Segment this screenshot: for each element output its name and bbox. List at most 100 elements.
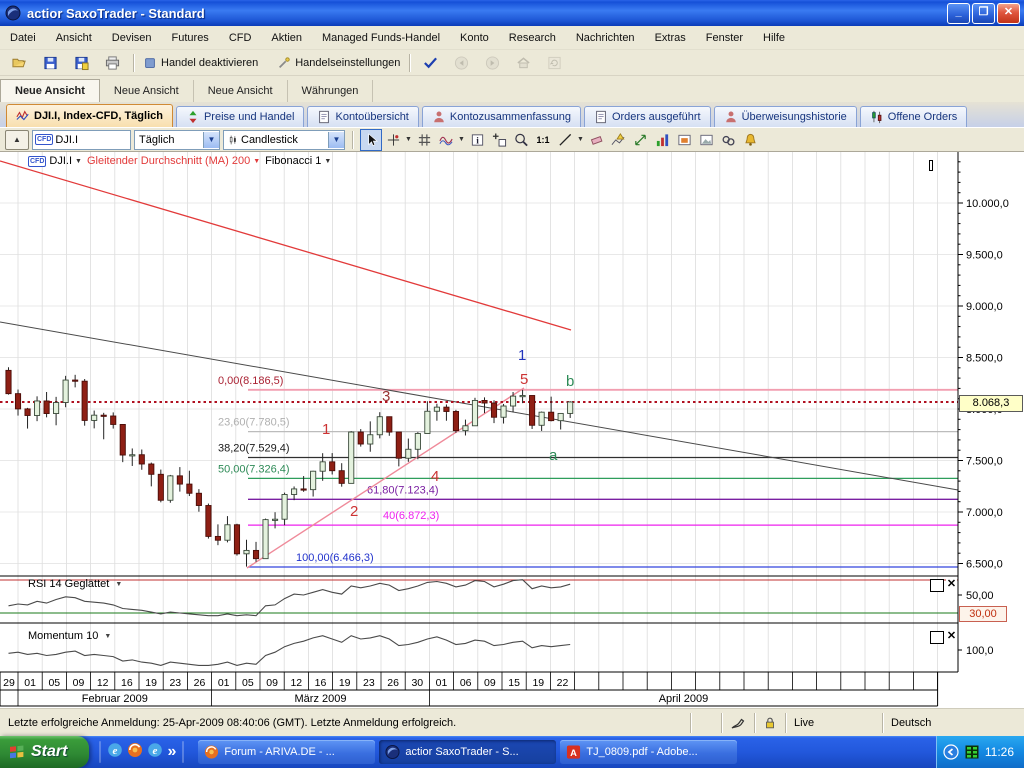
link-charts-button[interactable]	[717, 129, 739, 151]
menu-item-research[interactable]: Research	[499, 29, 566, 47]
legend-instrument[interactable]: CFD DJI.I ▼	[28, 155, 82, 167]
status-spacer	[690, 712, 721, 733]
open-folder-button[interactable]	[4, 51, 35, 75]
maximize-button[interactable]: ❐	[972, 2, 995, 24]
alarm-bell-button[interactable]	[739, 129, 761, 151]
momentum-panel-label[interactable]: Momentum 10 ▼	[28, 630, 111, 642]
svg-text:12: 12	[290, 677, 302, 689]
quick-launch-ie[interactable]: e	[147, 742, 163, 763]
close-button[interactable]: ✕	[997, 2, 1020, 24]
indicators-button[interactable]	[435, 129, 457, 151]
workspace-tab-5[interactable]: Überweisungshistorie	[713, 106, 857, 127]
chevron-down-icon[interactable]: ▼	[457, 130, 466, 150]
workspace-tab-2[interactable]: Kontoübersicht	[307, 106, 419, 127]
menu-item-aktien[interactable]: Aktien	[261, 29, 312, 47]
svg-text:April 2009: April 2009	[659, 693, 709, 705]
start-button[interactable]: Start	[0, 736, 90, 768]
menu-item-fenster[interactable]: Fenster	[696, 29, 753, 47]
momentum-close-button[interactable]: ✕	[946, 631, 957, 642]
period-value: Täglich	[139, 133, 175, 146]
menu-item-hilfe[interactable]: Hilfe	[753, 29, 795, 47]
resize-button[interactable]	[629, 129, 651, 151]
svg-text:16: 16	[121, 677, 133, 689]
link-charts-icon	[721, 132, 736, 147]
add-window-icon	[492, 132, 507, 147]
view-tab-2[interactable]: Neue Ansicht	[194, 80, 288, 102]
lock-icon	[763, 716, 777, 730]
minimize-button[interactable]: _	[947, 2, 970, 24]
check-button[interactable]	[415, 51, 446, 75]
legend-fibonacci[interactable]: Fibonacci 1 ▼	[265, 155, 331, 167]
zoom-button[interactable]	[510, 129, 532, 151]
chart-style-select[interactable]: Candlestick ▼	[223, 129, 345, 150]
percent-bars-button[interactable]	[651, 129, 673, 151]
document-icon	[317, 110, 331, 124]
quick-launch-ie[interactable]: e	[107, 742, 123, 763]
menu-item-cfd[interactable]: CFD	[219, 29, 262, 47]
windows-logo-icon	[8, 744, 26, 760]
menu-item-nachrichten[interactable]: Nachrichten	[566, 29, 645, 47]
view-tab-0[interactable]: Neue Ansicht	[0, 79, 100, 102]
task-button-2[interactable]: A TJ_0809.pdf - Adobe...	[560, 740, 738, 764]
period-select[interactable]: Täglich ▼	[134, 129, 220, 150]
rsi-panel-label[interactable]: RSI 14 Geglättet ▼	[28, 578, 122, 590]
svg-text:23,60(7.780,5): 23,60(7.780,5)	[218, 417, 290, 429]
indicators-icon	[438, 132, 454, 147]
rsi-close-button[interactable]: ✕	[946, 579, 957, 590]
grid-icon	[417, 132, 432, 147]
legend-ma[interactable]: Gleitender Durchschnitt (MA) 200 ▼	[87, 155, 260, 167]
chevron-down-icon[interactable]: ▼	[576, 130, 585, 150]
app-icon	[4, 4, 22, 22]
main-toolbar: Handel deaktivieren Handelseinstellungen	[0, 50, 1024, 76]
instrument-input[interactable]: CFD DJI.I	[32, 129, 131, 150]
disable-trading-button[interactable]: Handel deaktivieren	[139, 51, 262, 75]
info-button[interactable]: i	[466, 129, 488, 151]
menu-item-extras[interactable]: Extras	[645, 29, 696, 47]
chevron-down-icon[interactable]: ▼	[404, 130, 413, 150]
save-button[interactable]	[35, 51, 66, 75]
momentum-restore-button[interactable]	[930, 631, 944, 644]
chart-restore-button[interactable]	[929, 155, 934, 173]
save-all-button[interactable]	[66, 51, 97, 75]
quick-launch-overflow[interactable]: »	[167, 743, 176, 761]
workspace-tab-4[interactable]: Orders ausgeführt	[583, 106, 711, 127]
menu-item-futures[interactable]: Futures	[162, 29, 219, 47]
workspace-tab-1[interactable]: Preise und Handel	[175, 106, 305, 127]
chart-alert-button[interactable]	[607, 129, 629, 151]
document-icon	[594, 110, 608, 124]
ie-icon: e	[147, 742, 163, 758]
chevron-down-icon: ▼	[328, 131, 344, 148]
workspace-tab-6[interactable]: Offene Orders	[859, 106, 968, 127]
eraser-button[interactable]	[585, 129, 607, 151]
grid-button[interactable]	[413, 129, 435, 151]
workspace-tab-label: DJI.I, Index-CFD, Täglich	[34, 110, 163, 122]
task-button-1[interactable]: actior SaxoTrader - S...	[379, 740, 557, 764]
rsi-restore-button[interactable]	[930, 579, 944, 592]
select-cursor-button[interactable]	[360, 128, 382, 151]
chart-plot[interactable]: 0,00(8.186,5) 23,60(7.780,5) 38,20(7.529,4…	[0, 151, 1024, 708]
workspace-tab-0[interactable]: DJI.I, Index-CFD, Täglich	[6, 104, 173, 127]
crosshair-button[interactable]	[382, 129, 404, 151]
print-button[interactable]	[97, 51, 128, 75]
workspace-tab-bar: DJI.I, Index-CFD, Täglich Preise und Hand…	[0, 102, 1024, 127]
add-window-button[interactable]	[488, 129, 510, 151]
menu-item-konto[interactable]: Konto	[450, 29, 499, 47]
view-tab-1[interactable]: Neue Ansicht	[100, 80, 194, 102]
menu-item-ansicht[interactable]: Ansicht	[46, 29, 102, 47]
one-to-one-button[interactable]: 1:1	[532, 129, 554, 151]
check-icon	[423, 55, 438, 70]
image-export-button[interactable]	[695, 129, 717, 151]
svg-text:e: e	[153, 745, 158, 757]
view-tab-3[interactable]: Währungen	[288, 80, 374, 102]
workspace-tab-3[interactable]: Kontozusammenfassung	[421, 106, 581, 127]
hide-icons-button[interactable]	[943, 744, 959, 760]
trade-settings-button[interactable]: Handelseinstellungen	[273, 51, 404, 75]
quick-launch-firefox[interactable]	[127, 742, 143, 763]
collapse-toolbar-button[interactable]: ▲	[5, 129, 29, 150]
line-tool-button[interactable]	[554, 129, 576, 151]
menu-item-managed-funds-handel[interactable]: Managed Funds-Handel	[312, 29, 450, 47]
menu-item-datei[interactable]: Datei	[0, 29, 46, 47]
task-button-0[interactable]: Forum - ARIVA.DE - ...	[198, 740, 376, 764]
snapshot-button[interactable]	[673, 129, 695, 151]
menu-item-devisen[interactable]: Devisen	[102, 29, 162, 47]
